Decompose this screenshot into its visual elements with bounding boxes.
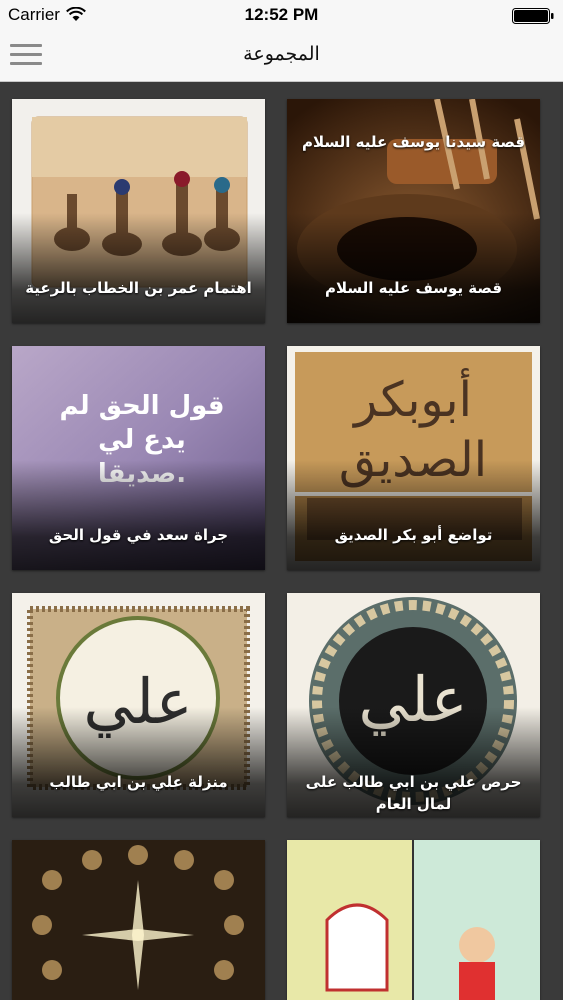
card-caption: جراة سعد في قول الحق xyxy=(48,526,229,544)
story-card-omar[interactable]: اهتمام عمر بن الخطاب بالرعية xyxy=(12,99,265,323)
svg-text:قول الحق لم: قول الحق لم xyxy=(60,391,225,421)
cartoon-image xyxy=(287,840,540,1000)
svg-text:يدع لي: يدع لي xyxy=(98,425,186,455)
card-caption: تواضع أبو بكر الصديق xyxy=(334,526,493,544)
story-card-ali-status[interactable]: علي منزلة علي بن ابي طالب xyxy=(12,593,265,817)
battery-icon xyxy=(512,8,554,24)
story-card-ornament[interactable] xyxy=(12,840,265,1000)
status-bar: Carrier 12:52 PM xyxy=(0,0,563,30)
story-card-ali-public-money[interactable]: علي حرص علي بن ابي طالب على لمال العام xyxy=(287,593,540,817)
card-caption: حرص علي بن ابي طالب على لمال العام xyxy=(305,773,522,813)
card-caption: منزلة علي بن ابي طالب xyxy=(49,773,228,791)
story-card-yusuf[interactable]: قصة سيدنا يوسف عليه السلام قصة يوسف عليه… xyxy=(287,99,540,323)
svg-text:أبوبكر: أبوبكر xyxy=(352,368,472,428)
story-grid: قصة سيدنا يوسف عليه السلام قصة يوسف عليه… xyxy=(0,82,563,1000)
navigation-bar: المجموعة xyxy=(0,30,563,82)
story-card-cartoon[interactable] xyxy=(287,840,540,1000)
card-caption: قصة يوسف عليه السلام xyxy=(324,279,503,297)
page-title: المجموعة xyxy=(243,43,320,65)
clock: 12:52 PM xyxy=(244,5,319,24)
story-card-abu-bakr[interactable]: أبوبكر الصديق تواضع أبو بكر الصديق xyxy=(287,346,540,570)
image-overlay-text: قصة سيدنا يوسف عليه السلام xyxy=(301,133,526,151)
ornament-image xyxy=(12,840,265,1000)
card-caption: اهتمام عمر بن الخطاب بالرعية xyxy=(25,279,252,297)
story-card-saad[interactable]: قول الحق لم يدع لي صديقا. جراة سعد في قو… xyxy=(12,346,265,570)
